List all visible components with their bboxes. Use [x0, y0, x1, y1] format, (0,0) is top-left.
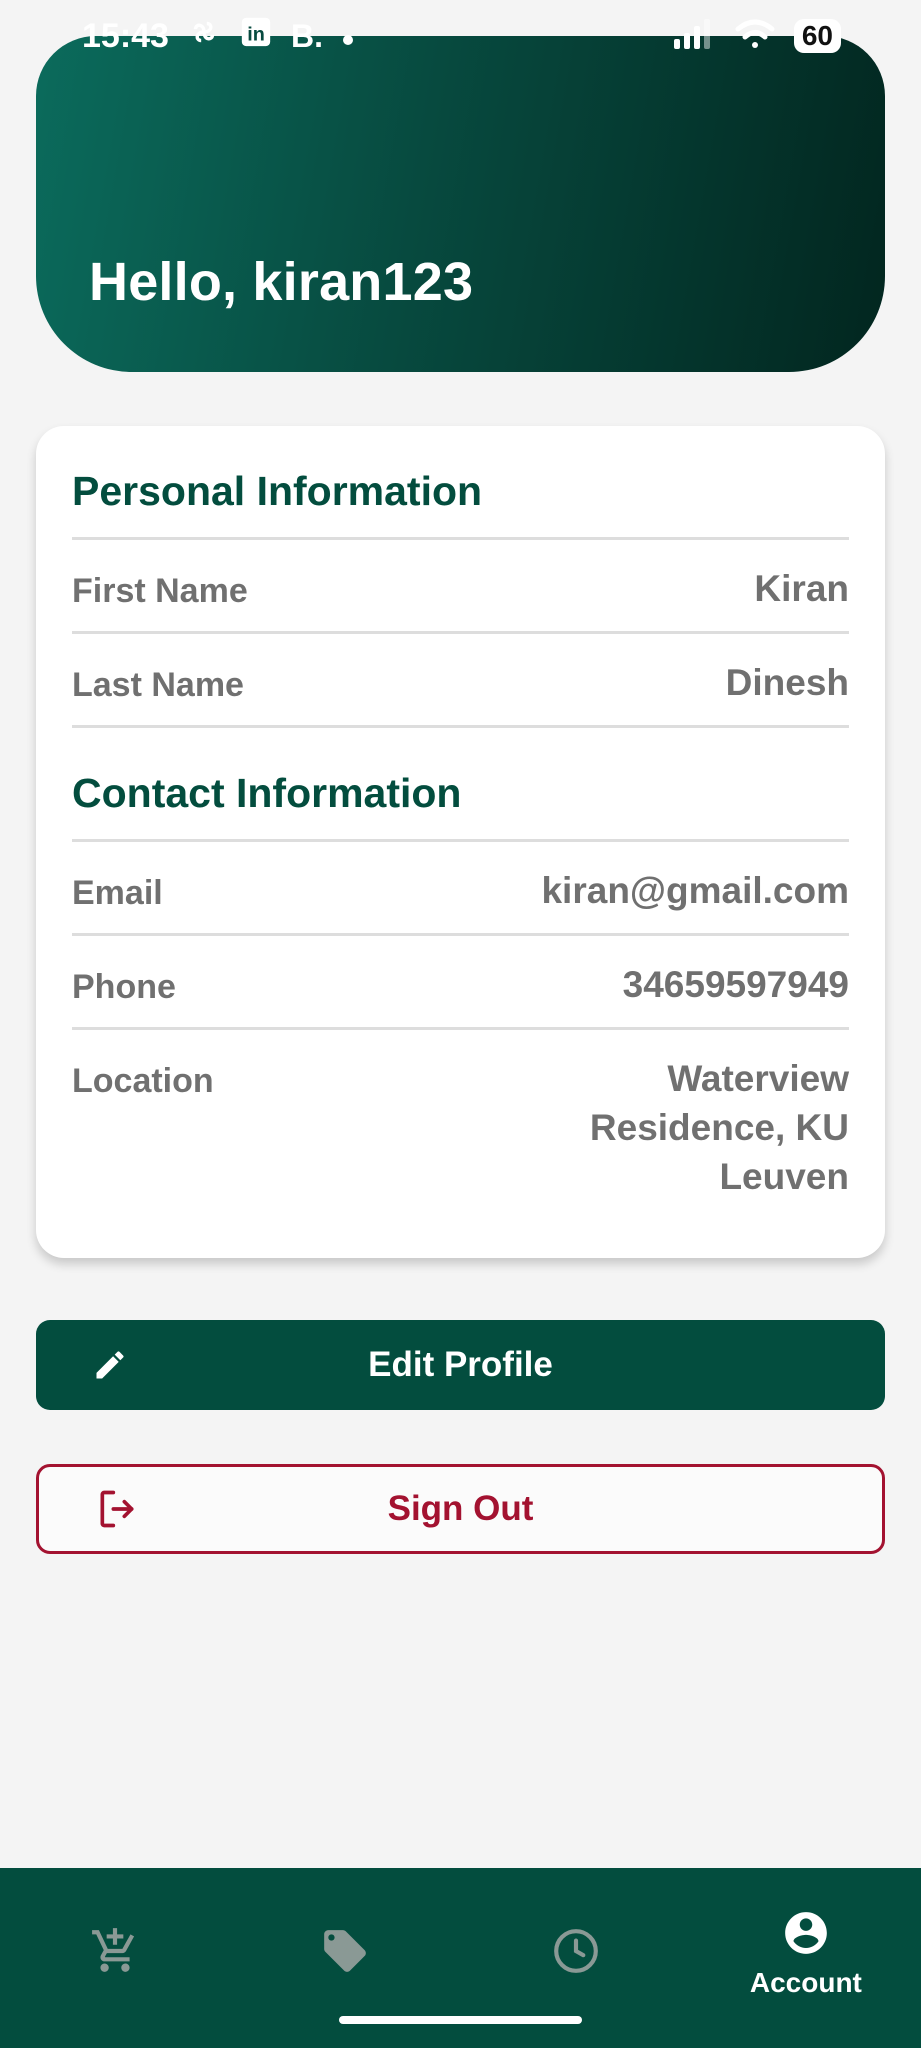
location-label: Location	[72, 1062, 214, 1100]
email-label: Email	[72, 874, 163, 912]
nav-label-account: Account	[749, 1967, 862, 1998]
last-name-label: Last Name	[72, 666, 244, 704]
linkedin-glyph: in	[247, 24, 265, 46]
linkedin-icon: in	[239, 15, 273, 57]
status-left: 15:43 in B.	[82, 15, 355, 57]
last-name-row: Last Name Dinesh	[72, 634, 849, 728]
nav-item-cart[interactable]	[0, 1868, 230, 2048]
status-bar: 15:43 in B. 60	[0, 0, 921, 72]
phone-value: 34659597949	[622, 964, 849, 1005]
header-banner: Hello, kiran123	[36, 36, 885, 372]
email-row: Email kiran@gmail.com	[72, 842, 849, 936]
sign-out-button[interactable]: Sign Out	[36, 1464, 885, 1554]
location-row: Location Waterview Residence, KU Leuven	[72, 1030, 849, 1201]
pinwheel-icon	[187, 15, 221, 57]
email-value: kiran@gmail.com	[541, 870, 849, 911]
first-name-label: First Name	[72, 572, 248, 610]
contact-info-title: Contact Information	[72, 728, 849, 842]
b-app-icon: B.	[290, 17, 323, 54]
phone-label: Phone	[72, 968, 176, 1006]
edit-profile-label: Edit Profile	[368, 1345, 553, 1384]
greeting-text: Hello, kiran123	[89, 252, 474, 312]
phone-row: Phone 34659597949	[72, 936, 849, 1030]
edit-profile-button[interactable]: Edit Profile	[36, 1320, 885, 1410]
clock-icon	[551, 1926, 601, 1981]
account-icon	[781, 1908, 831, 1963]
pencil-icon	[92, 1347, 128, 1383]
status-right: 60	[672, 17, 841, 56]
cart-add-icon	[90, 1926, 140, 1981]
wifi-icon	[734, 17, 776, 56]
location-value: Waterview Residence, KU Leuven	[589, 1058, 849, 1197]
personal-info-title: Personal Information	[72, 426, 849, 540]
profile-card: Personal Information First Name Kiran La…	[36, 426, 885, 1258]
sign-out-label: Sign Out	[387, 1489, 534, 1528]
first-name-row: First Name Kiran	[72, 540, 849, 634]
dot-icon	[341, 17, 355, 56]
status-time: 15:43	[82, 16, 169, 55]
logout-icon	[95, 1487, 139, 1531]
battery-indicator: 60	[793, 19, 841, 53]
signal-icon	[672, 17, 716, 56]
home-indicator[interactable]	[339, 2016, 582, 2024]
tag-icon	[320, 1926, 370, 1981]
first-name-value: Kiran	[754, 568, 849, 609]
nav-item-account[interactable]: Account	[691, 1868, 921, 2048]
last-name-value: Dinesh	[725, 662, 849, 703]
account-screen: Hello, kiran123 15:43 in B. 60 Personal …	[0, 0, 921, 2048]
